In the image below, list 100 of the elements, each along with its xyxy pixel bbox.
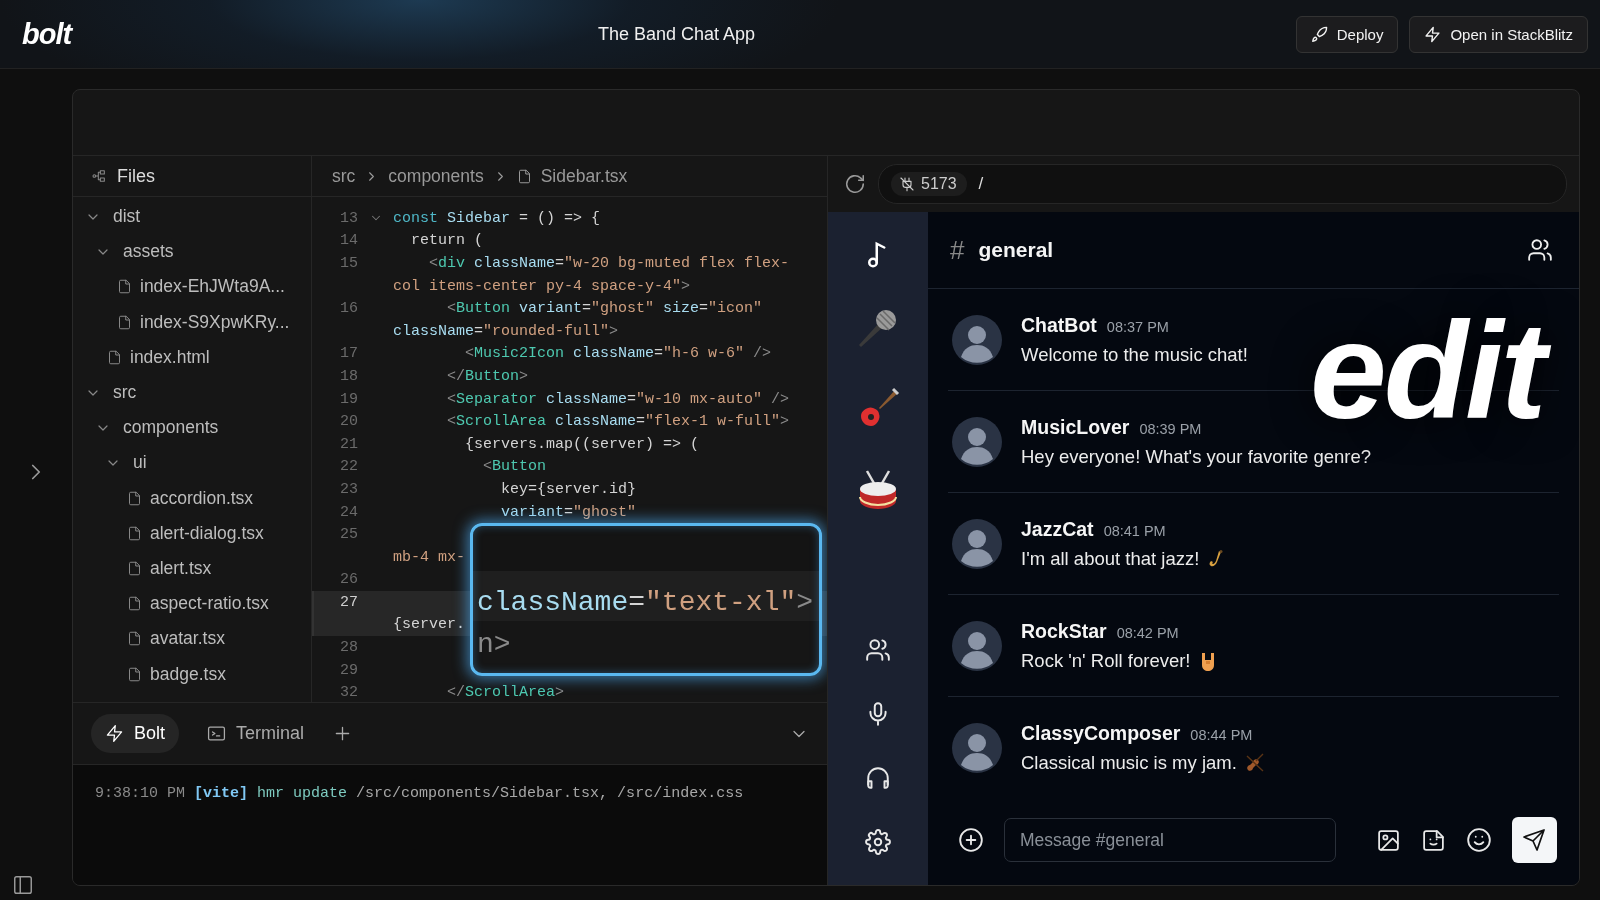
emoji-icon[interactable] <box>1465 827 1492 853</box>
channel-hash: # <box>950 234 965 266</box>
line-number: 19 <box>339 390 358 408</box>
lightning-icon <box>1424 25 1442 43</box>
user-name[interactable]: ClassyComposer <box>1021 721 1181 745</box>
file-row[interactable]: alert.tsx <box>73 550 311 587</box>
magnified-code: className="text-xl"> <box>477 586 814 618</box>
message-text: Welcome to the music chat! <box>1021 343 1248 366</box>
logo[interactable]: bolt <box>0 17 72 51</box>
avatar-silhouette <box>952 518 1002 569</box>
file-icon <box>127 525 142 541</box>
members-icon[interactable] <box>1527 237 1553 263</box>
user-name[interactable]: RockStar <box>1021 619 1107 643</box>
message-text: Hey everyone! What's your favorite genre? <box>1021 445 1372 468</box>
folder-row[interactable]: ui <box>73 445 311 481</box>
file-name: avatar.tsx <box>150 628 225 650</box>
code-line: <Separator className="w-10 mx-auto" /> <box>446 390 790 408</box>
file-name: badge.tsx <box>150 663 226 685</box>
panel-tab[interactable]: Bolt <box>91 714 180 753</box>
folder-name: dist <box>113 206 141 228</box>
user-name[interactable]: JazzCat <box>1021 517 1094 541</box>
folder-name: components <box>123 417 219 439</box>
terminal-line: 9:38:10 PM [vite] hmr update /src/components/Sidebar.tsx, /src/index.css <box>95 785 745 802</box>
line-number: 16 <box>339 300 358 318</box>
line-number: 18 <box>339 367 358 385</box>
file-row[interactable]: index-S9XpwKRy... <box>73 304 311 340</box>
file-row[interactable]: accordion.tsx <box>73 480 311 516</box>
folder-name: ui <box>133 452 147 474</box>
code-line: <ScrollArea className="flex-1 w-full"> <box>446 413 790 431</box>
terminal-icon <box>207 724 227 743</box>
project-title: The Band Chat App <box>598 23 756 45</box>
message-time: 08:41 PM <box>1103 522 1166 539</box>
line-number: 14 <box>339 232 358 250</box>
folder-row[interactable]: src <box>73 374 311 411</box>
line-number: 21 <box>339 435 358 453</box>
send-button[interactable] <box>1511 817 1557 863</box>
url-path: / <box>978 174 984 194</box>
sidebar-toggle-icon[interactable] <box>12 874 34 896</box>
file-row[interactable]: alert-dialog.tsx <box>73 515 311 551</box>
avatar-silhouette <box>952 416 1002 467</box>
file-icon <box>127 631 142 647</box>
file-icon <box>117 314 132 330</box>
sticker-icon[interactable] <box>1420 827 1446 853</box>
message-time: 08:37 PM <box>1106 318 1169 335</box>
user-name[interactable]: MusicLover <box>1021 415 1130 439</box>
message-text: I'm all about that jazz! <box>1021 547 1200 570</box>
file-row[interactable]: index-EhJWta9A... <box>73 269 311 305</box>
file-row[interactable]: badge.tsx <box>73 656 311 692</box>
code-line: mb-4 mx- <box>393 548 465 566</box>
toolbar-button[interactable]: Deploy <box>1295 15 1399 53</box>
code-line: className="rounded-full"> <box>393 322 619 340</box>
message-input[interactable]: Message #general <box>1004 818 1336 862</box>
folder-row[interactable]: assets <box>73 234 311 270</box>
line-number: 25 <box>339 526 358 544</box>
user-name[interactable]: ChatBot <box>1021 313 1097 337</box>
panel-tab[interactable]: Terminal <box>193 714 319 753</box>
message-text: Classical music is my jam. <box>1021 751 1237 774</box>
code-line: col items-center py-4 space-y-4"> <box>393 277 691 295</box>
avatar-silhouette <box>952 722 1002 773</box>
port-number: 5173 <box>921 175 957 193</box>
file-name: index-S9XpwKRy... <box>140 311 290 333</box>
file-icon <box>127 596 142 612</box>
message-time: 08:39 PM <box>1139 420 1202 437</box>
file-row[interactable]: avatar.tsx <box>73 621 311 657</box>
folder-name: src <box>113 382 137 404</box>
line-number: 26 <box>339 571 358 589</box>
toolbar-button[interactable]: Open in StackBlitz <box>1409 15 1588 53</box>
folder-row[interactable]: dist <box>73 199 311 235</box>
overlay-caption: edit <box>1310 301 1558 439</box>
file-icon <box>127 560 142 576</box>
code-line: {servers.map((server) => ( <box>464 435 700 453</box>
file-name: alert-dialog.tsx <box>150 522 264 544</box>
line-number: 32 <box>339 684 358 702</box>
image-icon[interactable] <box>1375 827 1401 853</box>
address-bar[interactable]: 5173 / <box>878 164 1567 204</box>
code-line: </ScrollArea> <box>446 684 565 702</box>
line-number: 22 <box>339 458 358 476</box>
breadcrumb-item[interactable]: Sidebar.tsx <box>540 165 628 187</box>
folder-row[interactable]: components <box>73 410 311 446</box>
file-row[interactable]: aspect-ratio.tsx <box>73 586 311 622</box>
headphones-icon[interactable] <box>865 765 891 791</box>
file-icon <box>107 349 122 365</box>
breadcrumb-item[interactable]: components <box>388 165 484 187</box>
file-icon <box>117 279 132 295</box>
code-line: <Button <box>482 458 547 476</box>
refresh-icon[interactable] <box>844 173 866 195</box>
settings-icon[interactable] <box>865 829 891 855</box>
rocket-icon <box>1310 25 1328 43</box>
users-icon[interactable] <box>865 637 891 663</box>
file-name: alert.tsx <box>150 557 212 579</box>
file-icon <box>127 666 142 682</box>
line-number: 17 <box>339 345 358 363</box>
file-row[interactable]: index.html <box>73 339 311 375</box>
breadcrumb-item[interactable]: src <box>332 165 356 187</box>
port-badge[interactable]: 5173 <box>891 172 967 196</box>
avatar-silhouette <box>952 314 1002 365</box>
send-icon <box>1522 828 1547 852</box>
file-icon <box>127 490 142 506</box>
lightning-icon <box>105 724 124 743</box>
add-attachment-icon[interactable] <box>958 827 984 853</box>
